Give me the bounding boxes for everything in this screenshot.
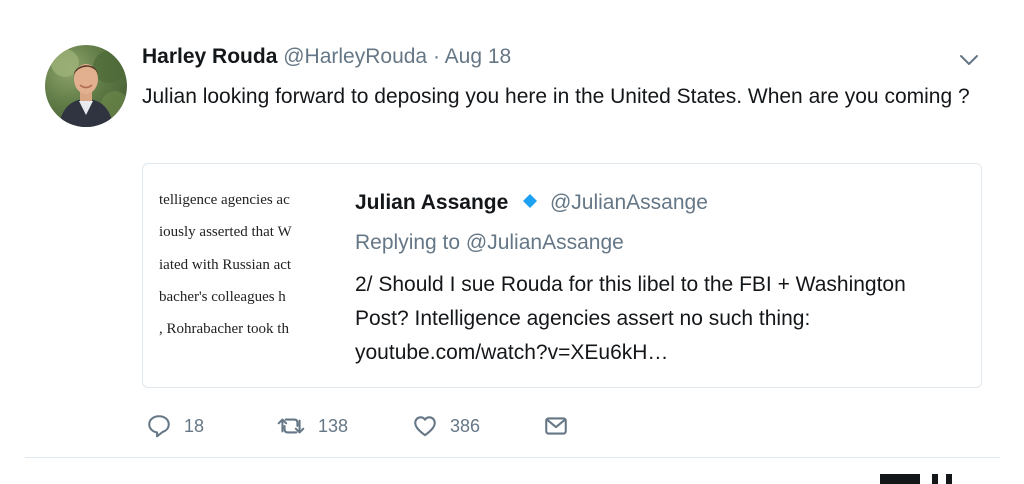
tweet-date[interactable]: Aug 18: [445, 45, 512, 68]
quoted-tweet-text: 2/ Should I sue Rouda for this libel to …: [355, 273, 906, 364]
reply-icon: [148, 415, 170, 438]
tweet-text: Julian looking forward to deposing you h…: [142, 85, 970, 108]
chevron-down-icon: [960, 55, 978, 65]
reply-count: 18: [184, 415, 205, 436]
divider: [25, 457, 1000, 458]
quoted-tweet-thumbnail: telligence agencies ac iously asserted t…: [143, 164, 343, 387]
verified-badge-icon: [522, 188, 538, 218]
direct-message-icon: [545, 417, 567, 435]
retweet-count: 138: [318, 415, 349, 436]
thumbnail-line: , Rohrabacher took th: [159, 321, 289, 337]
separator-dot: ·: [432, 45, 440, 68]
direct-message-button[interactable]: [543, 408, 569, 444]
like-icon: [414, 416, 436, 437]
quoted-tweet-header: Julian Assange @JulianAssange: [355, 188, 708, 218]
next-tweet-fragment: [880, 474, 960, 484]
thumbnail-line: iously asserted that W: [159, 224, 292, 240]
thumbnail-line: bacher's colleagues h: [159, 289, 286, 305]
thumbnail-line: telligence agencies ac: [159, 192, 290, 208]
replying-to: Replying to @JulianAssange: [355, 231, 624, 254]
tweet-card[interactable]: Harley Rouda @HarleyRouda · Aug 18 Julia…: [0, 0, 1024, 484]
like-button[interactable]: 386: [412, 408, 480, 444]
quoted-author-name[interactable]: Julian Assange: [355, 191, 508, 214]
author-handle[interactable]: @HarleyRouda: [283, 45, 427, 68]
avatar[interactable]: [45, 45, 127, 127]
quoted-tweet[interactable]: telligence agencies ac iously asserted t…: [142, 163, 982, 388]
thumbnail-line: iated with Russian act: [159, 257, 292, 273]
author-name[interactable]: Harley Rouda: [142, 45, 277, 68]
tweet-menu-button[interactable]: [957, 50, 981, 70]
like-count: 386: [450, 415, 481, 436]
retweet-icon: [277, 418, 305, 434]
quoted-author-handle[interactable]: @JulianAssange: [550, 191, 708, 214]
reply-button[interactable]: 18: [146, 408, 204, 444]
profile-photo: [51, 49, 127, 127]
retweet-button[interactable]: 138: [276, 408, 348, 444]
tweet-header: Harley Rouda @HarleyRouda · Aug 18: [142, 42, 511, 72]
